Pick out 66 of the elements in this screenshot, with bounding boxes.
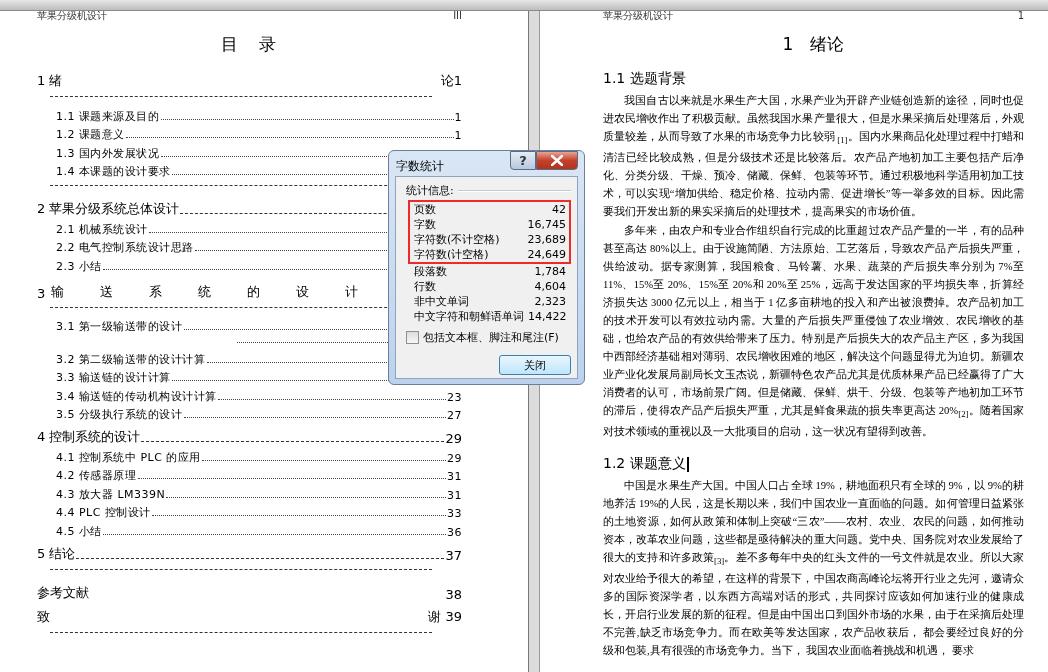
toc-section: 3.1 第一级输送带的设计 [56, 319, 183, 334]
toc-page: 1 [454, 129, 462, 142]
body-paragraph: 多年来，由农户和专业合作组织自行完成的比重超过农产品产量的一半，有的品种甚至高达 80%以上。由于设施简陋、方法原始、工艺落后，导致农产品产后损失严重，供给波动。据专家测算，我国粮食、马铃薯、水果、蔬菜的产后损失率分别为 7%至 11%、15%至 20%、15%至 20%和 20%至 25%，远高于发达国家的平均损失率，折算经济损失达 3000 亿元以上，相当于 1 亿多亩耕地的投入和产出被浪费掉。农产品初加工的技术开发可以有效拉动内需。大量的产后损失严重侵蚀了农业增效、农民增收的基础，也给农产品的有效供给带来了压力。特别是产后损失大的农产品主产区，多为我国中西部经济基础相对薄弱、农民增收困难的地区，解决这个问题显得尤为迫切。新疆农业产业化发展局副局长文玉杰说，新疆特色农产品尤其是优质林果产品已经赢得了广大消费者的认可，市场前景广阔。但是储藏、保鲜、烘干、分级、包装等产地初加工环节的滞后，使得农产品产后损失严重，尤其是鲜食果蔬的损失率更高达 20%$_{[2]}$。随着国家对技术领域的重视以及一大批项目的启动，这一状况有望得到改善。 [603, 224, 1024, 440]
toc-chapter: 1 绪 [37, 72, 63, 90]
toc-chapter: 4 控制系统的设计 [37, 428, 141, 446]
toc-section: 3.4 输送链的传动机构设计计算 [56, 388, 217, 404]
toc-page: 37 [445, 547, 462, 563]
toc-section: 3.2 第二级输送带的设计计算 [56, 351, 206, 367]
toc-section: 4.4 PLC 控制设计 [56, 505, 151, 520]
chapter-title: 1 绪论 [781, 33, 846, 56]
stat-row: 字符数(不计空格) 23,689 [408, 232, 571, 247]
toc-section: 4.5 小结 [56, 523, 102, 539]
toc-page: 29 [445, 431, 462, 446]
toc-section: 3.5 分级执行系统的设计 [56, 407, 183, 422]
toc-section: 1.3 国内外发展状况 [56, 145, 160, 161]
body-paragraph: 中国是水果生产大国。中国人口占全球 19%，耕地面积只有全球的 9%，以 9%的耕地养活 19%的人民，这是长期以来，我们中国农业一直面临的问题。如何管理日益紧张的土地资源，如何从政策和体制上突破“三农”——农村、农业、农民的问题，如何推动资本，改革农业问题，这些都是亟待解决的重大问题。党中央、国务院对农业发展给了很大的支持和许多政策$_{[3]}$。差不多每年中央的红头文件的一号文件就是农业。所以大家对农业给予很大的希望，在这样的背景下，中国农商高峰论坛将开行业之先河，邀请众多的国际资深学者，以东西方高端对话的形式，共同探讨应该如何加速行业的健康成长，开启行业发展的新的征程。但是由中国出口到国外市场的水果，由于在采摘后处理不完善,缺乏市场竞争力。而在欧美等发达国家，农产品收获后， 都会要经过良好的分级和包装,具有很强的市场竞争力。当下， 我国农业面临着挑战和机遇， 要求 [603, 479, 1024, 659]
toc-page: 31 [447, 470, 462, 483]
toc-chapter: 5 结论 [37, 544, 76, 563]
toc-section: 2.3 小结 [56, 258, 102, 274]
toc-section: 4.3 放大器 LM339N [56, 486, 166, 502]
toc-page: 论1 [440, 72, 462, 90]
toc-page: 27 [447, 409, 462, 422]
dialog-title: 字数统计 [396, 158, 444, 175]
stat-row: 页数 42 [408, 200, 571, 217]
toc-page: 38 [445, 586, 462, 602]
toc-section: 4.1 控制系统中 PLC 的应用 [56, 449, 201, 465]
toc-page: 23 [447, 390, 462, 404]
section-heading: 1.2 课题意义 [603, 455, 686, 474]
toc-section: 3.3 输送链的设计计算 [56, 370, 171, 385]
toc-chapter-number: 3 [37, 285, 46, 301]
page-number: 1 [1017, 11, 1024, 21]
stat-row: 字符数(计空格) 24,649 [408, 247, 571, 264]
body-paragraph: 我国自古以来就是水果生产大国，水果产业为开辟产业链创造新的途径，同时也促进农民增收作出了积极贡献。虽然我国水果产量很大，但是水果采摘后处理落后，外观质量较差，从而导致了水果的市场竞争力比较弱 $_{[1]}$。国内水果商品化处理过程中打蜡和清洁已经比较成熟，但是分级技术还是比较落后。农产品产地初加工主要包括产后净化、分类分级、干燥、预冷、储藏、保鲜、包装等环节。通过积极地科学适用初加工技术，可以实现“增加供给、稳定价格、拉动内需、促进增长”等一举多效的目标。因此需要我们开发出新的果实采摘后的处理技术，提高果实的市场价值。 [603, 94, 1024, 220]
toc-page: 33 [447, 507, 462, 520]
toc-title: 目 录 [220, 33, 279, 56]
stat-row-text: 非中文单词 2,323 [413, 294, 567, 309]
close-icon [551, 155, 563, 166]
stat-row-text: 行数 4,604 [413, 279, 567, 294]
toc-page: 1 [454, 110, 462, 124]
page-header: 苹果分级机设计 [37, 11, 107, 21]
stat-row: 字数 16,745 [408, 217, 571, 232]
toc-section: 2.2 电气控制系统设计思路 [56, 240, 194, 255]
toc-chapter: 致 [37, 607, 50, 626]
section-heading: 1.1 选题背景 [603, 70, 686, 88]
toc-chapter: 参考文献 [37, 583, 89, 602]
toc-page: 36 [447, 525, 462, 539]
help-button[interactable]: ? [510, 151, 536, 170]
toc-section: 2.1 机械系统设计 [56, 221, 148, 237]
toc-page: 31 [447, 488, 462, 502]
page-header: 苹果分级机设计 [603, 11, 673, 21]
page-number: III [453, 11, 462, 21]
toc-page: 谢 39 [428, 607, 462, 626]
close-dialog-button[interactable]: 关闭 [499, 355, 571, 375]
toc-section: 4.2 传感器原理 [56, 468, 137, 483]
group-label: 统计信息: [406, 183, 454, 198]
toc-section: 1.1 课题来源及目的 [56, 108, 160, 124]
stat-row-text: 段落数 1,784 [413, 264, 567, 279]
toc-chapter: 2 苹果分级系统总体设计 [37, 200, 180, 218]
toc-section: 1.4 本课题的设计要求 [56, 164, 171, 179]
checkbox[interactable] [406, 331, 419, 344]
stat-row-text: 中文字符和朝鲜语单词 14,422 [413, 309, 568, 324]
toc-section: 1.2 课题意义 [56, 127, 125, 142]
checkbox-label: 包括文本框、脚注和尾注(F) [423, 330, 559, 345]
toc-page: 29 [447, 451, 462, 465]
toc-chapter: 输送系统的设计 [51, 282, 395, 301]
window-close-button[interactable] [536, 151, 578, 170]
